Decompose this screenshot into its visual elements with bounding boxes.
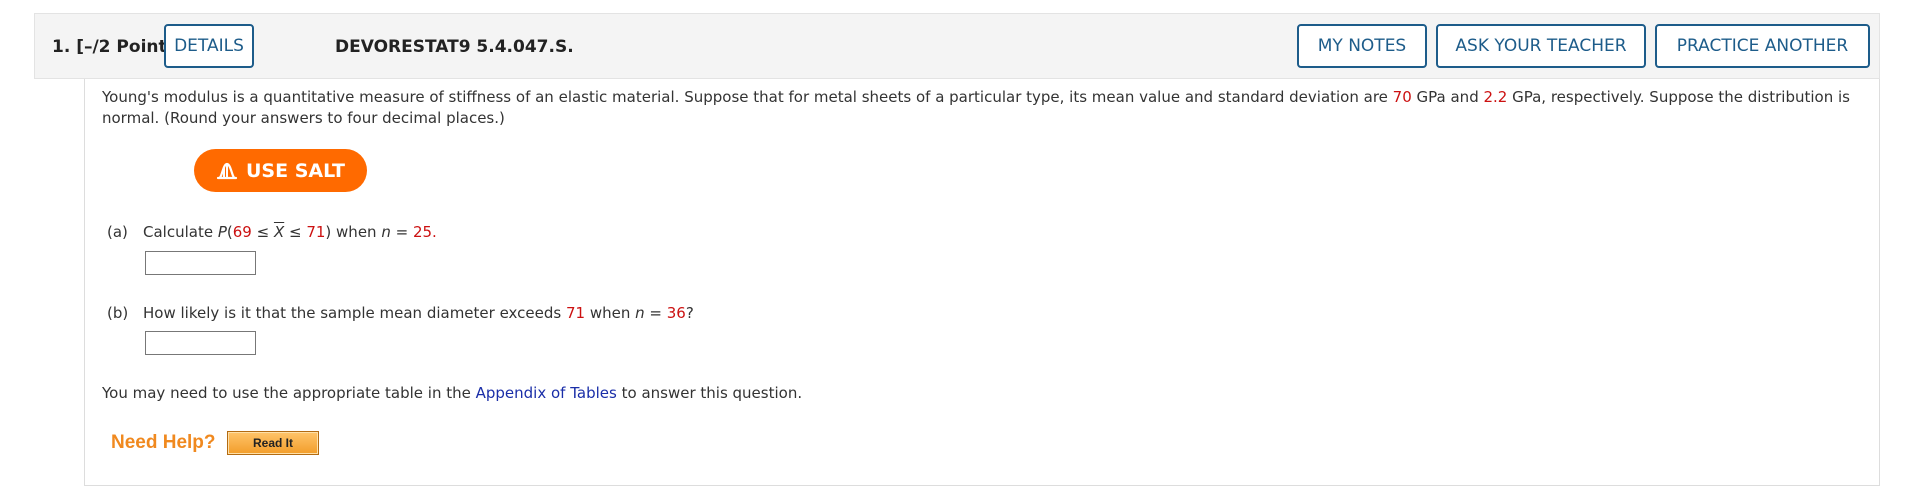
part-a-prompt: (a) Calculate P(69 ≤ X ≤ 71) when n = 25. <box>107 223 437 241</box>
use-salt-label: USE SALT <box>245 159 346 182</box>
mean-value: 70 <box>1392 88 1412 106</box>
part-a-answer-input[interactable] <box>145 251 256 275</box>
part-b-text: when <box>585 304 636 322</box>
part-b-text: = <box>644 304 667 322</box>
sample-mean-symbol: X <box>273 223 285 241</box>
sample-size-b: 36 <box>666 304 686 322</box>
salt-distribution-icon <box>216 162 238 179</box>
part-b-prompt: (b) How likely is it that the sample mean… <box>107 304 694 322</box>
practice-another-button[interactable]: PRACTICE ANOTHER <box>1655 24 1870 68</box>
read-it-button[interactable]: Read It <box>227 431 319 455</box>
details-button[interactable]: DETAILS <box>164 24 254 68</box>
sd-value: 2.2 <box>1483 88 1508 106</box>
appendix-of-tables-link[interactable]: Appendix of Tables <box>476 384 617 402</box>
my-notes-button[interactable]: MY NOTES <box>1297 24 1427 68</box>
appendix-note: You may need to use the appropriate tabl… <box>102 384 802 402</box>
use-salt-button[interactable]: USE SALT <box>194 149 367 192</box>
question-code: DEVORESTAT9 5.4.047.S. <box>335 37 574 57</box>
ask-your-teacher-button[interactable]: ASK YOUR TEACHER <box>1436 24 1646 68</box>
question-body: Young's modulus is a quantitative measur… <box>84 79 1880 486</box>
part-b-letter: (b) <box>107 304 129 322</box>
part-b-answer-input[interactable] <box>145 331 256 355</box>
upper-bound: 71 <box>306 223 326 241</box>
intro-text: Young's modulus is a quantitative measur… <box>102 88 1393 106</box>
part-b-text: ? <box>685 304 694 322</box>
part-a-text: . <box>432 223 437 241</box>
threshold-value: 71 <box>565 304 586 322</box>
part-a-text: ≤ <box>251 223 274 241</box>
appendix-text: to answer this question. <box>616 384 803 402</box>
n-symbol: n <box>635 304 645 322</box>
question-intro: Young's modulus is a quantitative measur… <box>102 87 1862 129</box>
intro-text: GPa and <box>1411 88 1484 106</box>
appendix-text: You may need to use the appropriate tabl… <box>102 384 476 402</box>
part-a-letter: (a) <box>107 223 128 241</box>
part-b-text: How likely is it that the sample mean di… <box>143 304 566 322</box>
part-a-text: ≤ <box>284 223 307 241</box>
probability-symbol: P <box>217 223 227 241</box>
part-a-text: ) when <box>325 223 382 241</box>
part-a-text: = <box>390 223 413 241</box>
lower-bound: 69 <box>232 223 252 241</box>
need-help-label: Need Help? <box>111 432 216 453</box>
sample-size-a: 25 <box>412 223 433 241</box>
n-symbol: n <box>381 223 391 241</box>
part-a-text: Calculate <box>143 223 218 241</box>
question-header: 1. [–/2 Points] DETAILS DEVORESTAT9 5.4.… <box>34 13 1880 79</box>
